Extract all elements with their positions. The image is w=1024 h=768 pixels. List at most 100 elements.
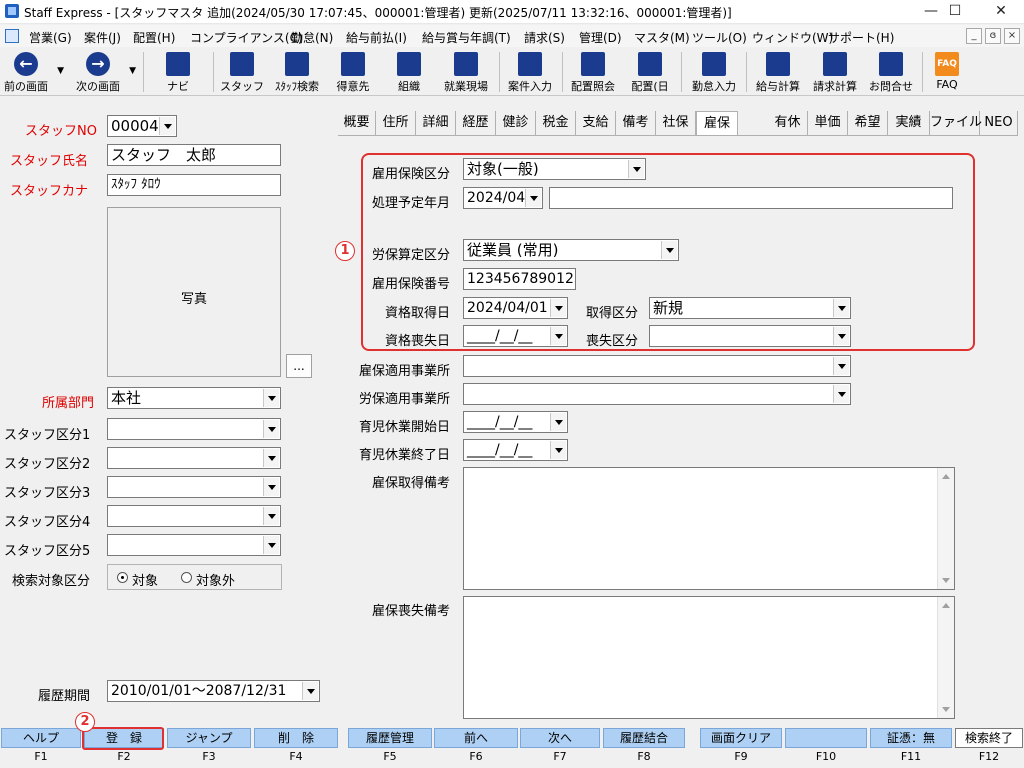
tab-shaho[interactable]: 社保: [656, 111, 696, 135]
chevron-down-icon[interactable]: [263, 389, 279, 407]
staff-kubun5-select[interactable]: [107, 534, 281, 556]
chevron-down-icon[interactable]: [159, 117, 175, 135]
chevron-down-icon[interactable]: [263, 507, 279, 525]
menu-kyuyo-shoyo[interactable]: 給与賞与年調(T): [422, 29, 511, 46]
search-target-off-radio[interactable]: [181, 572, 192, 583]
shutoku-kubun-select[interactable]: 新規: [649, 297, 851, 319]
yotei-select[interactable]: 2024/04: [463, 187, 543, 209]
scroll-down-icon[interactable]: [942, 578, 950, 583]
f12-search-end-button[interactable]: 検索終了: [955, 728, 1023, 748]
menu-seikyu[interactable]: 請求(S): [524, 29, 565, 46]
inquiry-button[interactable]: お問合せ: [865, 48, 917, 96]
menu-compliance[interactable]: コンプライアンス(C): [190, 29, 303, 46]
yotei-note-input[interactable]: [549, 187, 953, 209]
menu-kanri[interactable]: 管理(D): [579, 29, 622, 46]
menu-kyuyo-maebarai[interactable]: 給与前払(I): [346, 29, 407, 46]
f5-history-button[interactable]: 履歴管理: [348, 728, 432, 748]
rouho-jigyousho-select[interactable]: [463, 383, 851, 405]
tab-gaiyou[interactable]: 概要: [338, 111, 376, 135]
mdi-restore-button[interactable]: ɞ: [985, 28, 1001, 44]
tab-shousai[interactable]: 詳細: [416, 111, 456, 135]
staff-button[interactable]: スタッフ: [220, 48, 264, 96]
chevron-down-icon[interactable]: [525, 189, 541, 207]
navi-button[interactable]: ナビ: [156, 48, 200, 96]
close-button[interactable]: ✕: [978, 0, 1024, 24]
mdi-minimize-button[interactable]: _: [966, 28, 982, 44]
chevron-down-icon[interactable]: [550, 327, 566, 345]
staff-kubun2-select[interactable]: [107, 447, 281, 469]
chevron-down-icon[interactable]: [833, 357, 849, 375]
chevron-down-icon[interactable]: [833, 299, 849, 317]
shutoku-date-select[interactable]: 2024/04/01: [463, 297, 568, 319]
customer-button[interactable]: 得意先: [331, 48, 375, 96]
chevron-down-icon[interactable]: [550, 299, 566, 317]
scroll-up-icon[interactable]: [942, 603, 950, 608]
chevron-down-icon[interactable]: [661, 241, 677, 259]
tab-tanka[interactable]: 単価: [808, 111, 848, 135]
staff-kubun1-select[interactable]: [107, 418, 281, 440]
search-target-on-radio[interactable]: [117, 572, 128, 583]
staff-name-input[interactable]: スタッフ 太郎: [107, 144, 281, 166]
chevron-down-icon[interactable]: [833, 385, 849, 403]
mdi-close-button[interactable]: ×: [1004, 28, 1020, 44]
staff-kana-input[interactable]: ｽﾀｯﾌ ﾀﾛｳ: [107, 174, 281, 196]
prev-screen-button[interactable]: ← 前の画面 ▼: [2, 48, 64, 96]
f10-button[interactable]: [785, 728, 867, 748]
chevron-down-icon[interactable]: ▼: [57, 66, 64, 76]
chevron-down-icon[interactable]: [550, 413, 566, 431]
f9-clear-button[interactable]: 画面クリア: [700, 728, 782, 748]
soushitsu-kubun-select[interactable]: [649, 325, 851, 347]
chevron-down-icon[interactable]: ▼: [129, 66, 136, 76]
chevron-down-icon[interactable]: [263, 478, 279, 496]
tab-jisseki[interactable]: 実績: [888, 111, 930, 135]
chevron-down-icon[interactable]: [628, 160, 644, 178]
f4-delete-button[interactable]: 削 除: [254, 728, 338, 748]
tab-jusho[interactable]: 住所: [376, 111, 416, 135]
menu-window[interactable]: ウィンドウ(W): [752, 29, 833, 46]
history-period-select[interactable]: 2010/01/01～2087/12/31: [107, 680, 320, 702]
menu-kintai[interactable]: 勤怠(N): [291, 29, 333, 46]
menu-anken[interactable]: 案件(J): [84, 29, 121, 46]
tab-kibou[interactable]: 希望: [848, 111, 888, 135]
chevron-down-icon[interactable]: [263, 420, 279, 438]
tab-yukyu[interactable]: 有休: [768, 111, 808, 135]
menu-support[interactable]: サポート(H): [828, 29, 894, 46]
soushitsu-date-select[interactable]: ____/__/__: [463, 325, 568, 347]
next-screen-button[interactable]: → 次の画面 ▼: [74, 48, 136, 96]
tab-keireki[interactable]: 経歴: [456, 111, 496, 135]
scroll-up-icon[interactable]: [942, 474, 950, 479]
tab-file[interactable]: ファイル: [930, 111, 982, 135]
photo-frame[interactable]: 写真: [107, 207, 281, 377]
scrollbar[interactable]: [937, 597, 954, 718]
chevron-down-icon[interactable]: [833, 327, 849, 345]
f3-jump-button[interactable]: ジャンプ: [167, 728, 251, 748]
tab-bikou[interactable]: 備考: [616, 111, 656, 135]
menu-eigyou[interactable]: 営業(G): [29, 29, 72, 46]
ikuji-end-select[interactable]: ____/__/__: [463, 439, 568, 461]
tab-neo[interactable]: NEO: [980, 111, 1018, 135]
staff-search-button[interactable]: ｽﾀｯﾌ検索: [270, 48, 324, 96]
payroll-calc-button[interactable]: 給与計算: [751, 48, 805, 96]
maximize-button[interactable]: ☐: [932, 0, 978, 24]
scroll-down-icon[interactable]: [942, 707, 950, 712]
worksite-button[interactable]: 就業現場: [438, 48, 494, 96]
bangou-input[interactable]: 1234567890123: [463, 268, 576, 290]
placement-daily-button[interactable]: 配置(日: [625, 48, 675, 96]
tab-shikyu[interactable]: 支給: [576, 111, 616, 135]
menu-haichi[interactable]: 配置(H): [133, 29, 175, 46]
menu-master[interactable]: マスタ(M): [634, 29, 690, 46]
chevron-down-icon[interactable]: [263, 449, 279, 467]
f11-evidence-button[interactable]: 証憑：無: [870, 728, 952, 748]
case-entry-button[interactable]: 案件入力: [503, 48, 557, 96]
billing-calc-button[interactable]: 請求計算: [808, 48, 862, 96]
placement-inquiry-button[interactable]: 配置照会: [566, 48, 620, 96]
search-target-on-label[interactable]: 対象: [132, 570, 158, 589]
chevron-down-icon[interactable]: [263, 536, 279, 554]
shutoku-bikou-textarea[interactable]: [463, 467, 955, 590]
staff-no-select[interactable]: 000047: [107, 115, 177, 137]
soushitsu-bikou-textarea[interactable]: [463, 596, 955, 719]
faq-button[interactable]: FAQ FAQ: [927, 48, 967, 96]
scrollbar[interactable]: [937, 468, 954, 589]
koyou-kubun-select[interactable]: 対象(一般): [463, 158, 646, 180]
menu-tool[interactable]: ツール(O): [692, 29, 747, 46]
